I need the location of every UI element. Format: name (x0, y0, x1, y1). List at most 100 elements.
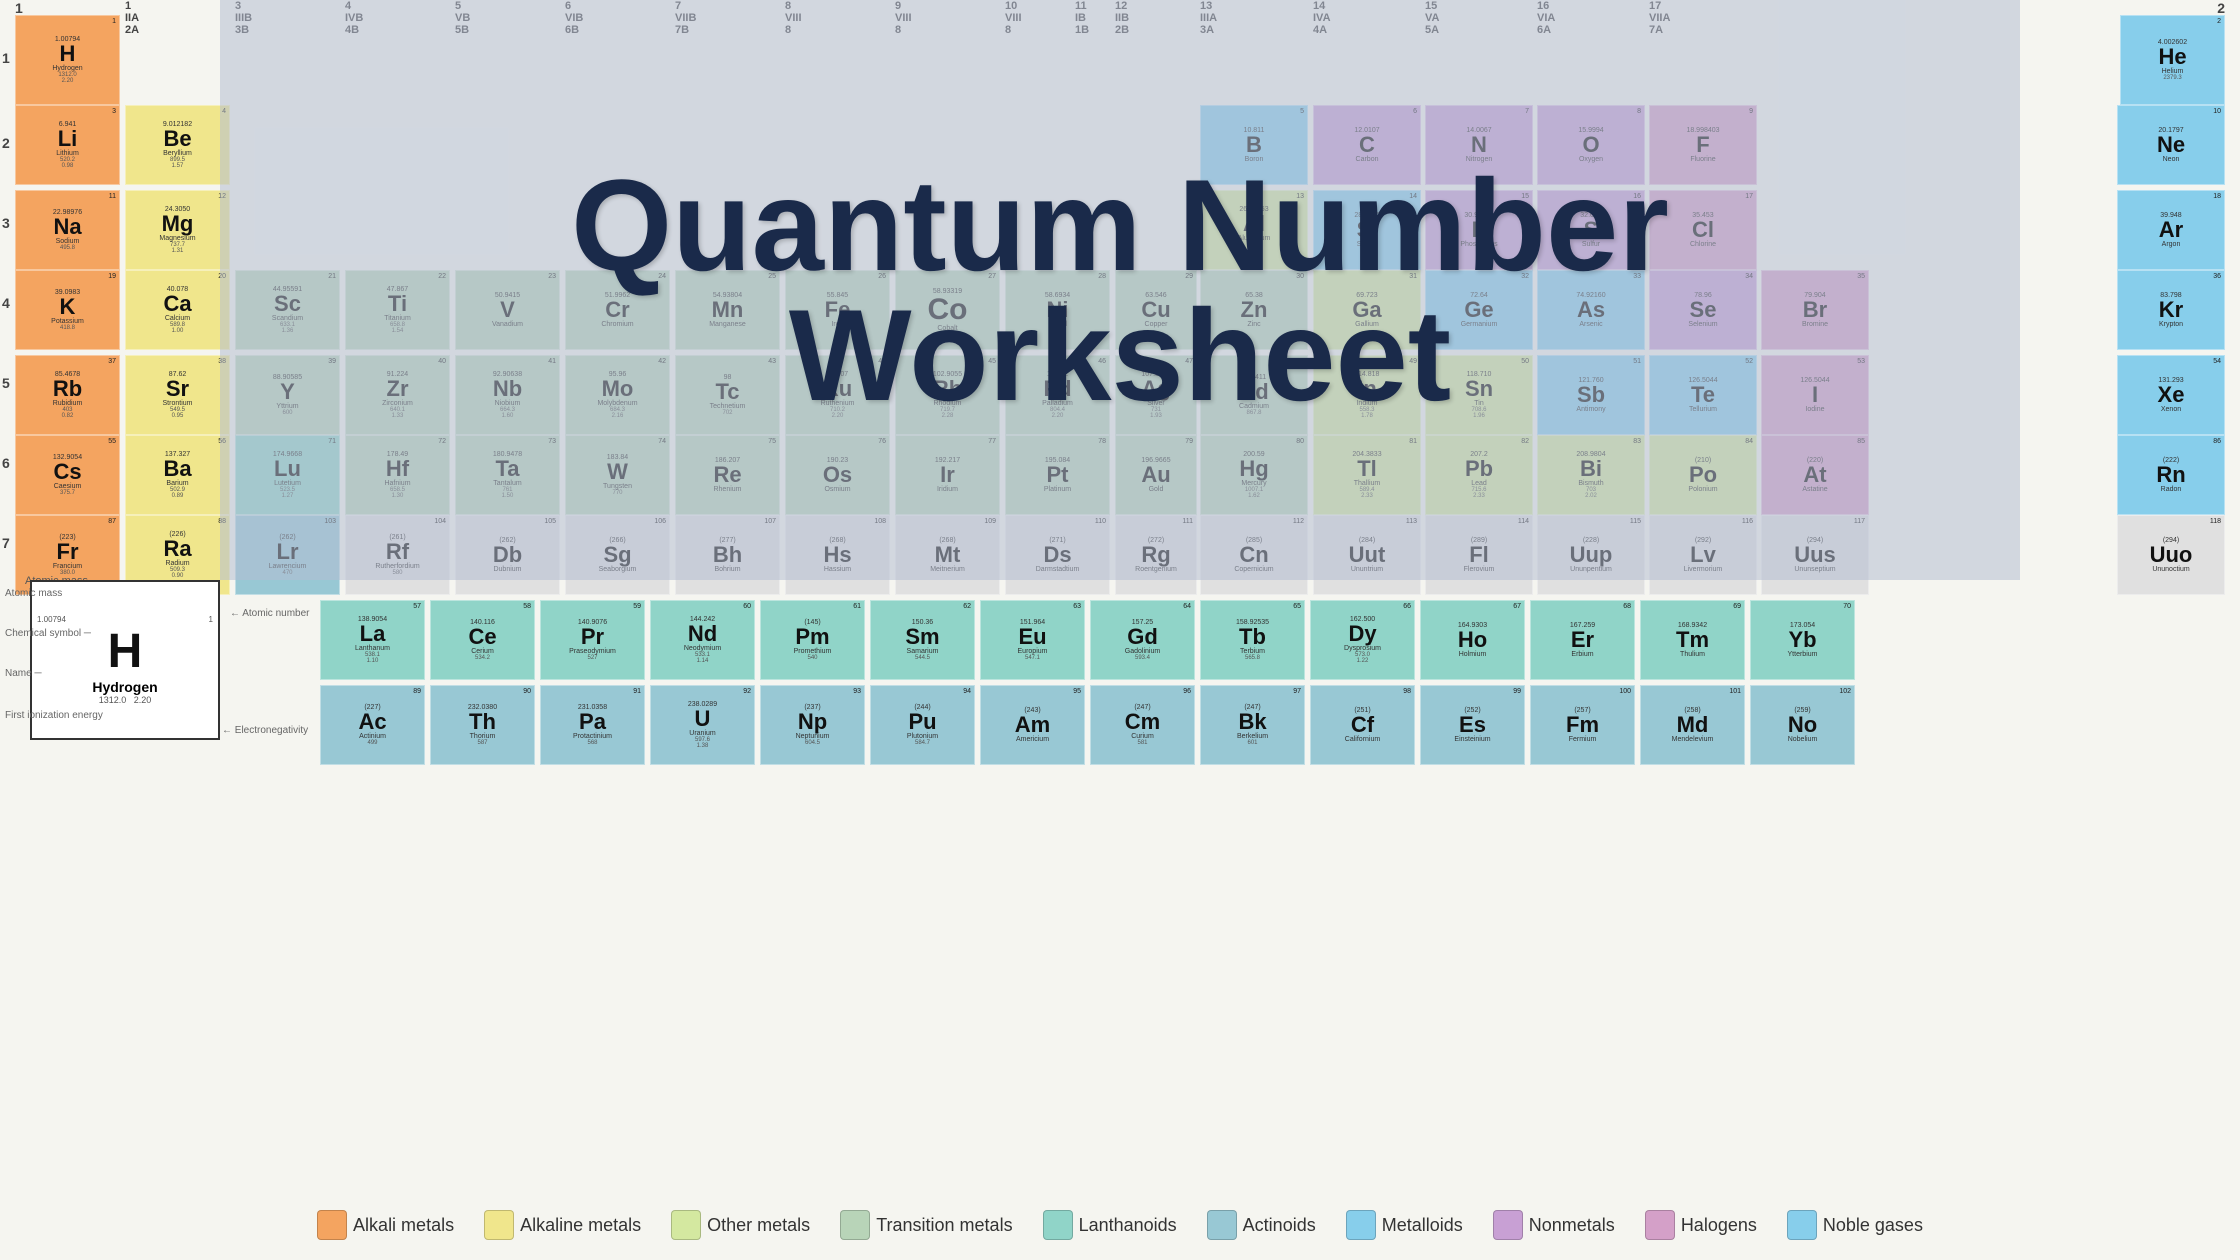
element-B: 10.811 5 B Boron (1200, 105, 1308, 185)
legend-alkaline: Alkaline metals (484, 1210, 641, 1240)
group-7-label: 17VIIA7A (1649, 0, 1670, 36)
element-Gd: 157.25 64 Gd Gadolinium 593.4 (1090, 600, 1195, 680)
element-Sc: 44.95591 21 Sc Scandium 633.1 1.36 (235, 270, 340, 350)
element-Na: 22.98976 11 Na Sodium 495.8 (15, 190, 120, 270)
element-Mo: 95.96 42 Mo Molybdenum 684.3 2.16 (565, 355, 670, 435)
element-Xe: 131.293 54 Xe Xenon (2117, 355, 2225, 435)
group-2-label: 1IIA2A (125, 0, 139, 36)
element-key-box: 1.00794 1 H Hydrogen 1312.0 2.20 (30, 580, 220, 740)
group-1-label: 1 (15, 0, 23, 16)
period-2: 2 (2, 135, 10, 151)
element-Po: (210) 84 Po Polonium (1649, 435, 1757, 515)
period-6: 6 (2, 455, 10, 471)
element-Es: (252) 99 Es Einsteinium (1420, 685, 1525, 765)
group-5-label: 15VA5A (1425, 0, 1439, 36)
element-Ir: 192.217 77 Ir Iridium (895, 435, 1000, 515)
element-Ar: 39.948 18 Ar Argon (2117, 190, 2225, 270)
element-As: 74.92160 33 As Arsenic (1537, 270, 1645, 350)
group-3-label: 13IIIA3A (1200, 0, 1217, 36)
legend-color-actinoids (1207, 1210, 1237, 1240)
element-Cs: 132.9054 55 Cs Caesium 375.7 (15, 435, 120, 515)
element-Cf: (251) 98 Cf Californium (1310, 685, 1415, 765)
legend-alkali: Alkali metals (317, 1210, 454, 1240)
element-Mg: 24.3050 12 Mg Magnesium 737.7 1.31 (125, 190, 230, 270)
element-Te: 126.5044 52 Te Tellurium (1649, 355, 1757, 435)
element-No: (259) 102 No Nobelium (1750, 685, 1855, 765)
element-Ho: 164.9303 67 Ho Holmium (1420, 600, 1525, 680)
legend-color-transition (840, 1210, 870, 1240)
element-Cm: (247) 96 Cm Curium 581 (1090, 685, 1195, 765)
element-Nd: 144.242 60 Nd Neodymium 533.1 1.14 (650, 600, 755, 680)
element-Er: 167.259 68 Er Erbium (1530, 600, 1635, 680)
legend-color-lanthanoids (1043, 1210, 1073, 1240)
legend-color-noble (1787, 1210, 1817, 1240)
element-O: 15.9994 8 O Oxygen (1537, 105, 1645, 185)
element-F: 18.998403 9 F Fluorine (1649, 105, 1757, 185)
legend-transition: Transition metals (840, 1210, 1012, 1240)
legend-color-alkaline (484, 1210, 514, 1240)
element-Rg: (272) 111 Rg Roentgenium (1115, 515, 1197, 595)
element-Am: (243) 95 Am Americium (980, 685, 1085, 765)
element-Fm: (257) 100 Fm Fermium (1530, 685, 1635, 765)
element-Os: 190.23 76 Os Osmium (785, 435, 890, 515)
element-Tc: 98 43 Tc Technetium 702 (675, 355, 780, 435)
element-C: 12.0107 6 C Carbon (1313, 105, 1421, 185)
element-Ge: 72.64 32 Ge Germanium (1425, 270, 1533, 350)
element-In: 114.818 49 In Indium 558.3 1.78 (1313, 355, 1421, 435)
element-Ga: 69.723 31 Ga Gallium (1313, 270, 1421, 350)
element-Cr: 51.9962 24 Cr Chromium (565, 270, 670, 350)
element-Ru: 101.07 44 Ru Ruthenium 710.2 2.20 (785, 355, 890, 435)
element-Uus: (294) 117 Uus Ununseptium (1761, 515, 1869, 595)
element-Sn: 118.710 50 Sn Tin 708.6 1.96 (1425, 355, 1533, 435)
element-Ne: 20.1797 10 Ne Neon (2117, 105, 2225, 185)
element-Rn: (222) 86 Rn Radon (2117, 435, 2225, 515)
period-4: 4 (2, 295, 10, 311)
legend-label-metalloids: Metalloids (1382, 1215, 1463, 1236)
element-Y: 88.90585 39 Y Yttrium 600 (235, 355, 340, 435)
element-Dy: 162.500 66 Dy Dysprosium 573.0 1.22 (1310, 600, 1415, 680)
element-Eu: 151.964 63 Eu Europium 547.1 (980, 600, 1085, 680)
element-Sg: (266) 106 Sg Seaborgium (565, 515, 670, 595)
element-V: 50.9415 23 V Vanadium (455, 270, 560, 350)
element-P: 30.97376 15 P Phosphorus (1425, 190, 1533, 270)
element-Ac: (227) 89 Ac Actinium 499 (320, 685, 425, 765)
element-Pm: (145) 61 Pm Promethium 540 (760, 600, 865, 680)
element-Ni: 58.6934 28 Ni Nickel (1005, 270, 1110, 350)
element-S: 32.065 16 S Sulfur (1537, 190, 1645, 270)
element-Li: 6.941 3 Li Lithium 520.2 0.98 (15, 105, 120, 185)
element-Md: (258) 101 Md Mendelevium (1640, 685, 1745, 765)
ib-label: 11IB1B (1075, 0, 1089, 36)
element-Uup: (228) 115 Uup Ununpentium (1537, 515, 1645, 595)
element-Zn: 65.38 30 Zn Zinc (1200, 270, 1308, 350)
element-Tl: 204.3833 81 Tl Thallium 589.4 2.33 (1313, 435, 1421, 515)
legend-label-noble: Noble gases (1823, 1215, 1923, 1236)
element-Se: 78.96 34 Se Selenium (1649, 270, 1757, 350)
vb-label: 5VB5B (455, 0, 470, 36)
viib-label: 7VIIB7B (675, 0, 696, 36)
legend-actinoids: Actinoids (1207, 1210, 1316, 1240)
element-La: 138.9054 57 La Lanthanum 538.1 1.10 (320, 600, 425, 680)
element-Co: 58.93319 27 Co Cobalt (895, 270, 1000, 350)
group-4-label: 14IVA4A (1313, 0, 1331, 36)
element-At: (220) 85 At Astatine (1761, 435, 1869, 515)
group-6-label: 16VIA6A (1537, 0, 1555, 36)
element-Hs: (268) 108 Hs Hassium (785, 515, 890, 595)
element-Be: 9.012182 4 Be Beryllium 899.5 1.57 (125, 105, 230, 185)
element-Si: 28.0855 14 Si Silicon (1313, 190, 1421, 270)
group-18-label: 2 (2217, 0, 2225, 16)
element-Mt: (268) 109 Mt Meitnerium (895, 515, 1000, 595)
element-Cl: 35.453 17 Cl Chlorine (1649, 190, 1757, 270)
element-K: 39.0983 19 K Potassium 418.8 (15, 270, 120, 350)
element-Th: 232.0380 90 Th Thorium 587 (430, 685, 535, 765)
viii3-label: 10VIII8 (1005, 0, 1022, 36)
element-Yb: 173.054 70 Yb Ytterbium (1750, 600, 1855, 680)
element-Pr: 140.9076 59 Pr Praseodymium 527 (540, 600, 645, 680)
element-Db: (262) 105 Db Dubnium (455, 515, 560, 595)
element-Cn: (285) 112 Cn Copernicium (1200, 515, 1308, 595)
legend-lanthanoids: Lanthanoids (1043, 1210, 1177, 1240)
element-Tm: 168.9342 69 Tm Thulium (1640, 600, 1745, 680)
iib-label: 12IIB2B (1115, 0, 1129, 36)
element-Nb: 92.90638 41 Nb Niobium 664.3 1.60 (455, 355, 560, 435)
period-5: 5 (2, 375, 10, 391)
legend-halogens: Halogens (1645, 1210, 1757, 1240)
